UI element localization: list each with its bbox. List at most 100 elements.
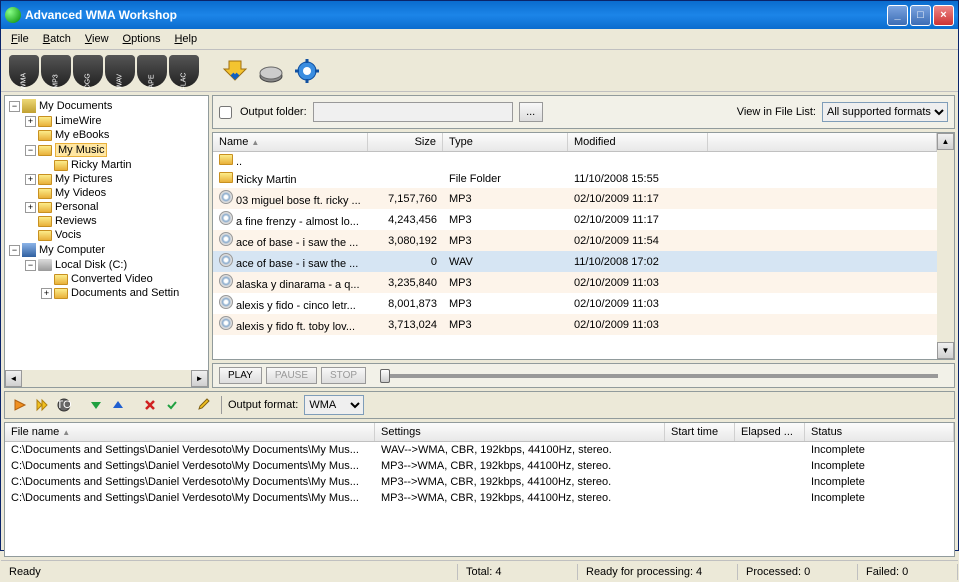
folder-icon <box>219 154 233 165</box>
output-folder-path[interactable] <box>313 102 513 122</box>
clear-button[interactable] <box>163 396 181 414</box>
qcol-start[interactable]: Start time <box>665 423 735 441</box>
tree-node[interactable]: Reviews <box>7 214 206 228</box>
file-row[interactable]: ace of base - i saw the ...0WAV11/10/200… <box>213 251 937 272</box>
tree-node[interactable]: Ricky Martin <box>7 158 206 172</box>
remove-button[interactable] <box>141 396 159 414</box>
file-row[interactable]: a fine frenzy - almost lo...4,243,456MP3… <box>213 209 937 230</box>
expand-icon[interactable]: + <box>25 174 36 185</box>
tree-node[interactable]: My Videos <box>7 186 206 200</box>
menu-help[interactable]: Help <box>168 31 203 47</box>
move-down-button[interactable] <box>87 396 105 414</box>
menu-batch[interactable]: Batch <box>37 31 77 47</box>
format-wma-button[interactable] <box>9 55 39 87</box>
tree-label: Ricky Martin <box>71 159 132 171</box>
tree-node[interactable]: +LimeWire <box>7 114 206 128</box>
convert-button[interactable] <box>255 55 287 87</box>
file-row[interactable]: 03 miguel bose ft. ricky ...7,157,760MP3… <box>213 188 937 209</box>
pause-button[interactable]: PAUSE <box>266 367 317 384</box>
file-row[interactable]: alexis y fido - cinco letr...8,001,873MP… <box>213 293 937 314</box>
format-ape-button[interactable] <box>137 55 167 87</box>
minimize-button[interactable]: _ <box>887 5 908 26</box>
file-list: Name▲ Size Type Modified ..Ricky MartinF… <box>212 132 955 360</box>
close-button[interactable]: × <box>933 5 954 26</box>
folder-icon <box>54 160 68 171</box>
file-row[interactable]: ace of base - i saw the ...3,080,192MP30… <box>213 230 937 251</box>
playback-slider[interactable] <box>380 374 938 378</box>
menu-file[interactable]: File <box>5 31 35 47</box>
queue-row[interactable]: C:\Documents and Settings\Daniel Verdeso… <box>5 474 954 490</box>
queue-row[interactable]: C:\Documents and Settings\Daniel Verdeso… <box>5 458 954 474</box>
status-processed: Processed: 0 <box>738 564 858 580</box>
menu-options[interactable]: Options <box>117 31 167 47</box>
menu-view[interactable]: View <box>79 31 115 47</box>
statusbar: Ready Total: 4 Ready for processing: 4 P… <box>1 560 958 582</box>
tree-node[interactable]: +My Pictures <box>7 172 206 186</box>
qcol-settings[interactable]: Settings <box>375 423 665 441</box>
view-filter-select[interactable]: All supported formats <box>822 102 948 122</box>
doc-icon <box>22 99 36 113</box>
format-flac-button[interactable] <box>169 55 199 87</box>
audio-icon <box>219 274 233 288</box>
expand-icon[interactable]: + <box>25 116 36 127</box>
tree-node[interactable]: −My Computer <box>7 242 206 258</box>
stop-queue-button[interactable]: STOP <box>55 396 73 414</box>
format-wav-button[interactable] <box>105 55 135 87</box>
scroll-left-button[interactable]: ◄ <box>5 370 22 387</box>
queue-panel: File name▲ Settings Start time Elapsed .… <box>4 422 955 557</box>
folder-tree[interactable]: −My Documents+LimeWireMy eBooks−My Music… <box>5 96 208 370</box>
qcol-elapsed[interactable]: Elapsed ... <box>735 423 805 441</box>
file-list-scrollbar[interactable]: ▲ ▼ <box>937 133 954 359</box>
output-format-select[interactable]: WMA <box>304 395 364 415</box>
download-button[interactable] <box>219 55 251 87</box>
format-ogg-button[interactable] <box>73 55 103 87</box>
qcol-file[interactable]: File name▲ <box>5 423 375 441</box>
tree-node[interactable]: +Documents and Settin <box>7 286 206 300</box>
col-name[interactable]: Name▲ <box>213 133 368 151</box>
start-queue-button[interactable] <box>11 396 29 414</box>
expand-icon[interactable]: + <box>41 288 52 299</box>
tree-label: Personal <box>55 201 98 213</box>
file-row[interactable]: Ricky MartinFile Folder11/10/2008 15:55 <box>213 170 937 188</box>
output-format-label: Output format: <box>228 399 298 411</box>
tree-node[interactable]: −My Music <box>7 142 206 158</box>
stop-button[interactable]: STOP <box>321 367 366 384</box>
qcol-status[interactable]: Status <box>805 423 954 441</box>
expand-icon[interactable]: − <box>9 245 20 256</box>
tree-node[interactable]: −Local Disk (C:) <box>7 258 206 272</box>
tree-node[interactable]: Vocis <box>7 228 206 242</box>
audio-icon <box>219 190 233 204</box>
col-size[interactable]: Size <box>368 133 443 151</box>
expand-icon[interactable]: − <box>25 145 36 156</box>
col-modified[interactable]: Modified <box>568 133 708 151</box>
queue-row[interactable]: C:\Documents and Settings\Daniel Verdeso… <box>5 442 954 458</box>
play-button[interactable]: PLAY <box>219 367 262 384</box>
folder-icon <box>54 288 68 299</box>
edit-button[interactable] <box>195 396 213 414</box>
format-mp3-button[interactable] <box>41 55 71 87</box>
col-type[interactable]: Type <box>443 133 568 151</box>
move-up-button[interactable] <box>109 396 127 414</box>
tree-node[interactable]: My eBooks <box>7 128 206 142</box>
scroll-down-button[interactable]: ▼ <box>937 342 954 359</box>
maximize-button[interactable]: □ <box>910 5 931 26</box>
tree-node[interactable]: Converted Video <box>7 272 206 286</box>
scroll-up-button[interactable]: ▲ <box>937 133 954 150</box>
tree-label: Vocis <box>55 229 81 241</box>
browse-button[interactable]: ... <box>519 102 543 122</box>
file-row[interactable]: .. <box>213 152 937 170</box>
settings-button[interactable] <box>291 55 323 87</box>
queue-header: File name▲ Settings Start time Elapsed .… <box>5 423 954 442</box>
skip-button[interactable] <box>33 396 51 414</box>
expand-icon[interactable]: + <box>25 202 36 213</box>
expand-icon[interactable]: − <box>9 101 20 112</box>
output-folder-checkbox[interactable] <box>219 106 232 119</box>
tree-node[interactable]: −My Documents <box>7 98 206 114</box>
output-folder-row: Output folder: ... View in File List: Al… <box>212 95 955 129</box>
tree-node[interactable]: + Personal <box>7 200 206 214</box>
scroll-right-button[interactable]: ► <box>191 370 208 387</box>
file-row[interactable]: alexis y fido ft. toby lov...3,713,024MP… <box>213 314 937 335</box>
file-row[interactable]: alaska y dinarama - a q...3,235,840MP302… <box>213 272 937 293</box>
queue-row[interactable]: C:\Documents and Settings\Daniel Verdeso… <box>5 490 954 506</box>
expand-icon[interactable]: − <box>25 260 36 271</box>
